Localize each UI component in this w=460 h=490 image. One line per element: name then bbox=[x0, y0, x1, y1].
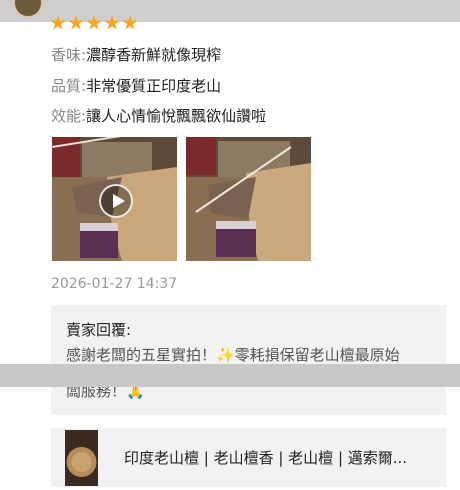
review-video-thumbnail[interactable] bbox=[52, 137, 177, 261]
attribute-label: 品質: bbox=[51, 77, 87, 95]
review-attribute-aroma: 香味: 濃醇香新鮮就像現榨 bbox=[51, 44, 221, 66]
star-icon bbox=[104, 15, 120, 30]
review-attribute-quality: 品質: 非常優質正印度老山 bbox=[51, 75, 221, 97]
attribute-label: 香味: bbox=[51, 46, 87, 64]
seller-reply-title: 賣家回覆: bbox=[66, 321, 132, 339]
product-card[interactable]: 印度老山檀 | 老山檀香 | 老山檀 | 邁索爾... bbox=[51, 428, 446, 487]
star-icon bbox=[86, 15, 102, 30]
review-photo-thumbnail[interactable] bbox=[186, 137, 311, 261]
rating-stars bbox=[50, 15, 138, 35]
attribute-value: 讓人心情愉悅飄飄欲仙讚啦 bbox=[86, 107, 267, 125]
review-timestamp: 2026-01-27 14:37 bbox=[51, 276, 178, 292]
attribute-value: 濃醇香新鮮就像現榨 bbox=[86, 46, 222, 64]
star-icon bbox=[50, 15, 66, 30]
product-image bbox=[65, 430, 98, 486]
seller-reply-text: 感謝老闆的五星實拍！✨零耗損保留老山檀最原始 bbox=[66, 346, 400, 364]
star-icon bbox=[68, 15, 84, 30]
attribute-label: 效能: bbox=[51, 107, 87, 125]
bottom-overlay-bar bbox=[0, 364, 460, 387]
sandalwood-powder-image bbox=[186, 137, 311, 261]
review-attribute-effect: 效能: 讓人心情愉悅飄飄欲仙讚啦 bbox=[51, 105, 266, 127]
product-title: 印度老山檀 | 老山檀香 | 老山檀 | 邁索爾... bbox=[124, 449, 408, 467]
attribute-value: 非常優質正印度老山 bbox=[86, 77, 222, 95]
play-icon[interactable] bbox=[99, 184, 133, 218]
product-thumbnail bbox=[65, 430, 98, 486]
star-icon bbox=[122, 15, 138, 30]
seller-reply-box: 賣家回覆: 感謝老闆的五星實拍！✨零耗損保留老山檀最原始 闆服務！🙏 bbox=[51, 305, 446, 415]
